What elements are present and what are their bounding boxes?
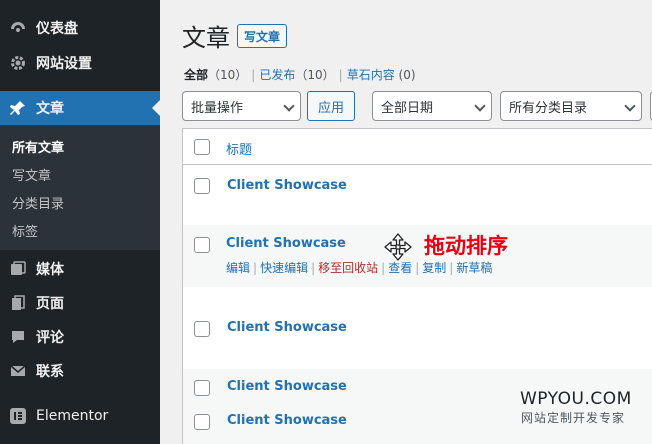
dashboard-icon — [8, 18, 28, 38]
sidebar-item-site-settings[interactable]: 网站设置 — [0, 46, 160, 80]
sidebar-item-pages[interactable]: 页面 — [0, 286, 160, 320]
row-checkbox[interactable] — [194, 321, 210, 337]
divider: | — [251, 68, 256, 82]
apply-button[interactable]: 应用 — [307, 91, 355, 121]
duplicate-link[interactable]: 复制 — [422, 261, 446, 275]
filter-drafts-count: (0) — [398, 68, 416, 82]
chevron-down-icon — [474, 100, 486, 112]
edit-link[interactable]: 编辑 — [226, 261, 250, 275]
category-filter-value: 所有分类目录 — [509, 100, 588, 116]
filter-drafts[interactable]: 草石内容 — [347, 68, 395, 82]
submenu-tags[interactable]: 标签 — [12, 221, 38, 240]
table-header-row: 标题 — [183, 129, 652, 165]
move-icon[interactable] — [383, 232, 413, 262]
filter-all[interactable]: 全部 — [184, 68, 208, 82]
filter-all-count: （10） — [208, 68, 248, 82]
comment-icon — [8, 327, 28, 347]
chevron-down-icon — [283, 100, 295, 112]
sidebar-item-comments[interactable]: 评论 — [0, 320, 160, 354]
sidebar-item-label: 媒体 — [36, 262, 64, 278]
status-filter-links: 全部（10） | 已发布（10） | 草石内容 (0) — [184, 66, 416, 83]
posts-submenu: 所有文章 写文章 分类目录 标签 — [0, 125, 160, 250]
sidebar-item-media[interactable]: 媒体 — [0, 252, 160, 286]
admin-sidebar: 仪表盘 网站设置 文章 所有文章 写文章 分类目录 标签 媒体 页面 评论 联系… — [0, 0, 160, 444]
pin-icon — [8, 98, 28, 118]
row-checkbox[interactable] — [194, 237, 210, 253]
sidebar-item-elementor[interactable]: Elementor — [0, 399, 160, 433]
page-title: 文章 — [182, 24, 230, 52]
select-all-checkbox[interactable] — [194, 139, 210, 155]
sidebar-item-label: Elementor — [36, 408, 109, 424]
elementor-icon — [8, 406, 28, 426]
date-filter-value: 全部日期 — [381, 100, 434, 116]
trash-link[interactable]: 移至回收站 — [318, 261, 378, 275]
post-title-link[interactable]: Client Showcase — [227, 379, 347, 394]
table-row[interactable]: Client Showcase — [183, 165, 652, 225]
pages-icon — [8, 293, 28, 313]
row-checkbox[interactable] — [194, 414, 210, 430]
main-content: 文章 写文章 全部（10） | 已发布（10） | 草石内容 (0) 批量操作 应用 全… — [160, 0, 652, 444]
quick-edit-link[interactable]: 快速编辑 — [260, 261, 308, 275]
add-new-post-button[interactable]: 写文章 — [237, 24, 288, 48]
gear-icon — [8, 53, 28, 73]
submenu-all-posts[interactable]: 所有文章 — [12, 137, 64, 156]
divider: | — [338, 68, 343, 82]
new-draft-link[interactable]: 新草稿 — [456, 261, 492, 275]
bulk-action-select[interactable]: 批量操作 — [182, 91, 301, 121]
mail-icon — [8, 361, 28, 381]
row-checkbox[interactable] — [194, 178, 210, 194]
chevron-down-icon — [624, 100, 636, 112]
sidebar-item-dashboard[interactable]: 仪表盘 — [0, 11, 160, 45]
submenu-categories[interactable]: 分类目录 — [12, 193, 64, 212]
bulk-action-value: 批量操作 — [191, 100, 244, 116]
category-filter-select[interactable]: 所有分类目录 — [500, 91, 642, 121]
sidebar-item-label: 联系 — [36, 364, 64, 380]
post-title-link[interactable]: Client Showcase — [227, 320, 347, 335]
column-title-header[interactable]: 标题 — [226, 139, 252, 158]
table-row[interactable]: Client Showcase 编辑 | 快速编辑 | 移至回收站 | 查看 | 复制 | 新草稿 — [183, 225, 652, 287]
post-title-link[interactable]: Client Showcase — [226, 236, 346, 251]
post-title-link[interactable]: Client Showcase — [227, 413, 347, 428]
date-filter-select[interactable]: 全部日期 — [372, 91, 492, 121]
sidebar-item-label: 仪表盘 — [36, 21, 78, 37]
watermark-tagline: 网站定制开发专家 — [521, 411, 626, 425]
row-checkbox[interactable] — [194, 380, 210, 396]
media-icon — [8, 259, 28, 279]
submenu-add-post[interactable]: 写文章 — [12, 165, 51, 184]
watermark-brand: WPYOU.COM — [520, 389, 632, 409]
sidebar-item-label: 评论 — [36, 330, 64, 346]
sidebar-item-posts[interactable]: 文章 — [0, 91, 160, 125]
filter-published[interactable]: 已发布 — [259, 68, 295, 82]
sidebar-item-label: 文章 — [36, 101, 64, 117]
drag-sort-annotation: 拖动排序 — [424, 234, 508, 258]
filter-published-count: （10） — [295, 68, 335, 82]
sidebar-item-contact[interactable]: 联系 — [0, 354, 160, 388]
row-actions: 编辑 | 快速编辑 | 移至回收站 | 查看 | 复制 | 新草稿 — [226, 261, 493, 275]
sidebar-item-label: 页面 — [36, 296, 64, 312]
view-link[interactable]: 查看 — [388, 261, 412, 275]
post-title-link[interactable]: Client Showcase — [227, 178, 347, 193]
sidebar-item-label: 网站设置 — [36, 56, 92, 72]
table-row[interactable]: Client Showcase — [183, 309, 652, 369]
